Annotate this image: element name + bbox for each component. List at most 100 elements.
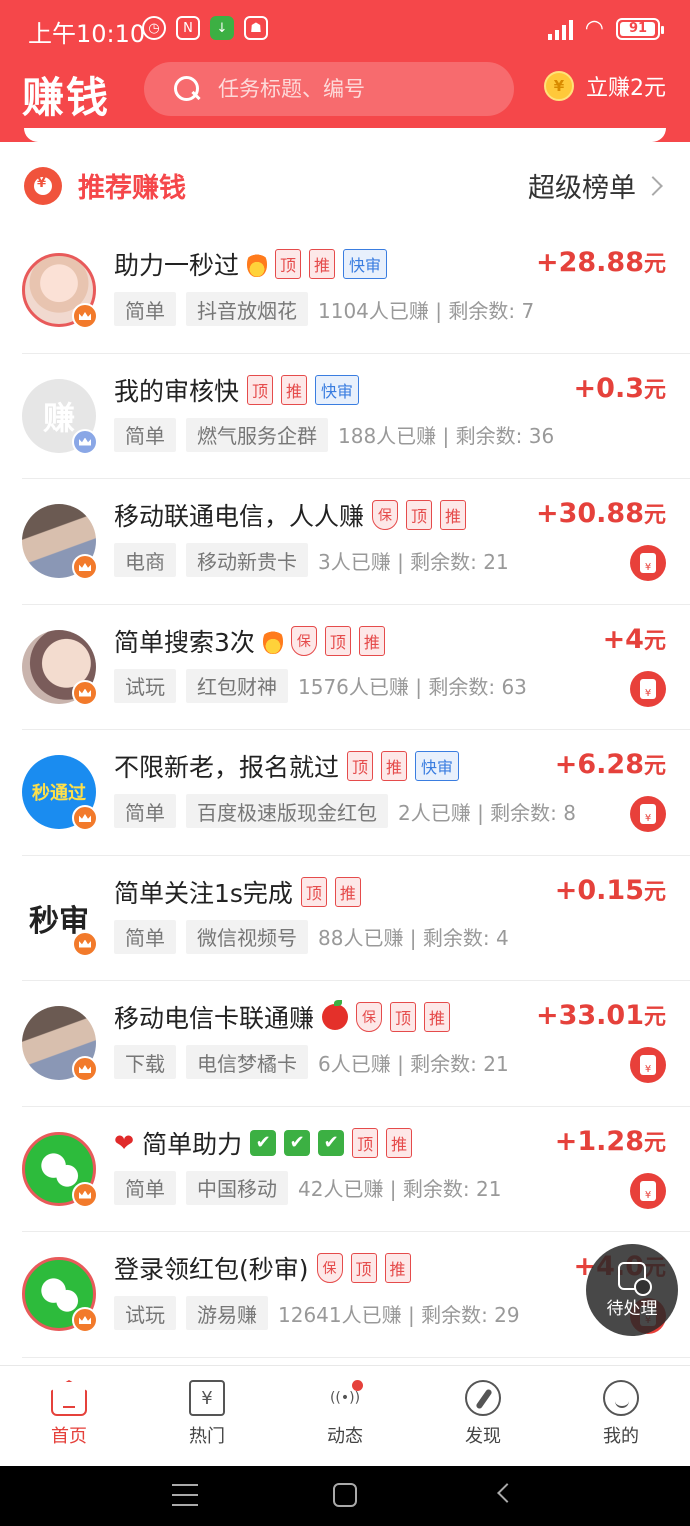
- task-title-row: ❤ 简单助力 ✔ ✔ ✔ 顶推: [114, 1125, 413, 1161]
- tab-label: 我的: [603, 1426, 639, 1447]
- task-title-row: 我的审核快顶推快审: [114, 372, 360, 408]
- task-item[interactable]: 赚我的审核快顶推快审 简单 燃气服务企群 188人已赚 | 剩余数: 36 +0.3元: [0, 354, 690, 480]
- red-packet-icon[interactable]: [630, 796, 666, 832]
- chevron-right-icon: [643, 175, 663, 196]
- money-bag-icon: [24, 166, 62, 205]
- recent-apps-icon[interactable]: [172, 1484, 198, 1506]
- tab-user[interactable]: 我的: [552, 1366, 690, 1466]
- task-item[interactable]: 简单搜索3次 保顶推试玩 红包财神 1576人已赚 | 剩余数: 63 +4元: [0, 605, 690, 731]
- category-chip: 简单: [114, 417, 176, 452]
- avatar[interactable]: [22, 629, 98, 706]
- tab-label: 首页: [51, 1426, 87, 1447]
- reward-unit: 元: [643, 1005, 666, 1030]
- avatar[interactable]: [22, 1006, 98, 1082]
- section-header: 推荐赚钱: [24, 166, 186, 205]
- card-edge: [24, 128, 666, 142]
- avatar[interactable]: [22, 1131, 98, 1208]
- avatar[interactable]: 秒通过: [22, 755, 98, 831]
- tab-ticket[interactable]: ¥ 热门: [138, 1366, 276, 1466]
- keyword-chip: 燃气服务企群: [186, 417, 328, 452]
- task-stats: 12641人已赚 | 剩余数: 29: [278, 1302, 520, 1327]
- search-input[interactable]: [218, 77, 498, 101]
- reward-amount: +28.88: [535, 247, 644, 278]
- broadcast-icon: ((•)): [327, 1380, 363, 1416]
- signal-icon: [547, 18, 573, 40]
- tag-badge: 推: [424, 1002, 451, 1032]
- super-ranking-link[interactable]: 超级榜单: [528, 166, 663, 205]
- task-stats: 2人已赚 | 剩余数: 8: [398, 800, 576, 825]
- vip-crown-icon: [72, 428, 98, 455]
- keyword-chip: 抖音放烟花: [186, 292, 308, 326]
- task-item[interactable]: 秒通过 不限新老，报名就过顶推快审简单 百度极速版现金红包 2人已赚 | 剩余数: 8…: [0, 730, 690, 856]
- avatar[interactable]: [22, 253, 98, 329]
- red-packet-icon[interactable]: [630, 670, 666, 707]
- tag-badge: 推: [440, 500, 467, 530]
- wifi-icon: ◠: [584, 16, 604, 41]
- reward-amount: +30.88: [535, 498, 644, 529]
- battery-level: 91: [628, 21, 648, 36]
- back-nav-icon[interactable]: [497, 1483, 517, 1503]
- task-item[interactable]: 移动电信卡联通赚 保顶推下载 电信梦橘卡 6人已赚 | 剩余数: 21 +33.01元: [0, 981, 690, 1107]
- fast-review-badge: 快审: [415, 751, 460, 781]
- category-chip: 下载: [114, 1045, 176, 1079]
- task-stats: 1576人已赚 | 剩余数: 63: [298, 675, 527, 699]
- category-chip: 试玩: [114, 668, 176, 703]
- category-chip: 试玩: [114, 1296, 176, 1330]
- task-reward: +6.28元: [555, 748, 666, 780]
- avatar[interactable]: 赚: [22, 378, 98, 455]
- search-icon: [172, 74, 202, 104]
- tag-badge: 推: [358, 625, 385, 656]
- tab-home[interactable]: 首页: [0, 1366, 138, 1466]
- task-meta: 简单 微信视频号 88人已赚 | 剩余数: 4: [114, 919, 509, 954]
- task-item[interactable]: 助力一秒过 顶推快审 简单 抖音放烟花 1104人已赚 | 剩余数: 7 +28.88元: [0, 228, 690, 354]
- task-stats: 42人已赚 | 剩余数: 21: [298, 1177, 502, 1201]
- pending-button[interactable]: 待处理: [586, 1244, 678, 1336]
- reward-amount: +6.28: [554, 749, 644, 780]
- tag-badge: 顶: [324, 625, 351, 656]
- task-title-row: 不限新老，报名就过顶推快审: [114, 748, 460, 784]
- guarantee-badge: 保: [316, 1253, 343, 1283]
- tab-broadcast[interactable]: ((•)) 动态: [276, 1366, 414, 1466]
- heart-emoji-icon: ❤: [114, 1128, 135, 1157]
- section-title: 推荐赚钱: [78, 173, 186, 204]
- red-packet-icon[interactable]: [630, 1172, 666, 1209]
- tag-badge: 顶: [300, 876, 327, 907]
- task-title: 助力一秒过: [114, 251, 240, 280]
- task-item[interactable]: 移动联通电信，人人赚保顶推电商 移动新贵卡 3人已赚 | 剩余数: 21 +30.88…: [0, 479, 690, 605]
- ticket-icon: ¥: [189, 1380, 225, 1416]
- task-reward: +0.3元: [574, 372, 666, 404]
- vip-crown-icon: [72, 679, 98, 706]
- apple-emoji-icon: [322, 1000, 349, 1030]
- task-reward: +1.28元: [555, 1125, 666, 1157]
- task-meta: 下载 电信梦橘卡 6人已赚 | 剩余数: 21: [114, 1045, 509, 1079]
- tag-badge: 推: [281, 374, 308, 405]
- task-item[interactable]: 秒审 简单关注1s完成顶推简单 微信视频号 88人已赚 | 剩余数: 4 +0.15元: [0, 856, 690, 982]
- red-packet-icon[interactable]: [630, 545, 666, 581]
- tab-compass[interactable]: 发现: [414, 1366, 552, 1466]
- avatar[interactable]: [22, 504, 98, 580]
- keyword-chip: 中国移动: [186, 1170, 288, 1205]
- avatar[interactable]: 秒审: [22, 880, 98, 957]
- task-reward: +33.01元: [536, 999, 666, 1031]
- avatar[interactable]: [22, 1257, 98, 1333]
- category-chip: 简单: [114, 1170, 176, 1205]
- task-reward: +0.15元: [555, 874, 666, 906]
- reward-unit: 元: [643, 879, 666, 905]
- status-time: 上午10:10: [28, 20, 146, 48]
- reward-unit: 元: [643, 252, 666, 277]
- tag-badge: 顶: [350, 1253, 377, 1283]
- system-nav-bar: [0, 1466, 690, 1526]
- task-item[interactable]: ❤ 简单助力 ✔ ✔ ✔ 顶推简单 中国移动 42人已赚 | 剩余数: 21 +1.28元: [0, 1107, 690, 1233]
- task-reward: +28.88元: [536, 246, 666, 278]
- earn-now-button[interactable]: ¥ 立赚2元: [544, 70, 666, 102]
- tag-badge: 推: [309, 249, 336, 279]
- home-nav-icon[interactable]: [333, 1483, 357, 1507]
- reward-amount: +4: [602, 623, 644, 655]
- search-bar[interactable]: [144, 62, 514, 116]
- task-meta: 简单 百度极速版现金红包 2人已赚 | 剩余数: 8: [114, 794, 576, 828]
- nfc-icon: N: [176, 16, 200, 40]
- task-title-row: 登录领红包(秒审) 保顶推: [114, 1250, 411, 1286]
- earn-label: 立赚2元: [586, 76, 666, 101]
- red-packet-icon[interactable]: [630, 1047, 666, 1083]
- coin-icon: ¥: [544, 71, 574, 101]
